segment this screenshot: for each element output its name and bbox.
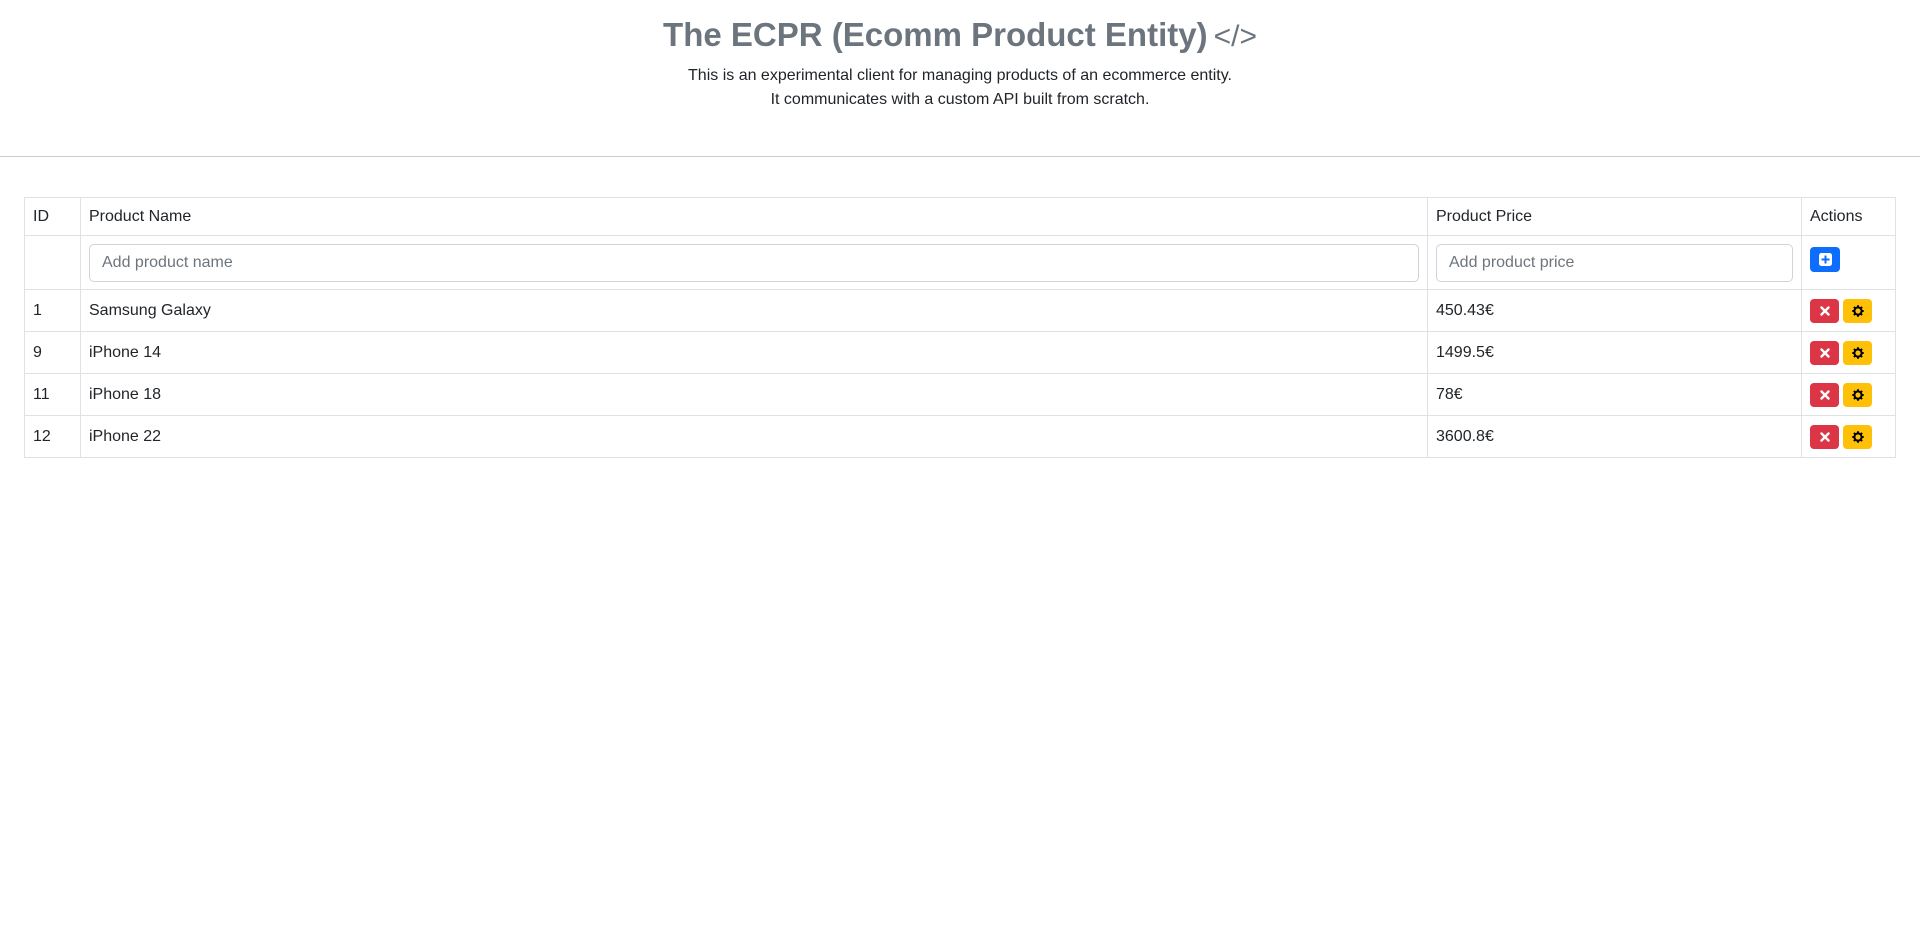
edit-product-button[interactable] bbox=[1843, 340, 1872, 365]
add-product-button[interactable] bbox=[1810, 247, 1840, 272]
product-actions-cell bbox=[1801, 415, 1896, 458]
add-row-id-cell bbox=[24, 235, 81, 290]
products-table-container: ID Product Name Product Price Actions Ad… bbox=[24, 197, 1896, 458]
table-row: 11 iPhone 18 78€ bbox=[24, 373, 1896, 416]
product-id-cell: 1 bbox=[24, 289, 81, 332]
add-row-actions-cell bbox=[1801, 235, 1896, 290]
x-icon bbox=[1819, 431, 1830, 442]
table-row: 12 iPhone 22 3600.8€ bbox=[24, 415, 1896, 458]
column-header-product-name: Product Name bbox=[80, 197, 1428, 236]
plus-square-icon bbox=[1818, 253, 1832, 266]
gear-icon bbox=[1851, 430, 1864, 443]
edit-product-button[interactable] bbox=[1843, 298, 1872, 323]
products-table: ID Product Name Product Price Actions Ad… bbox=[24, 197, 1896, 458]
product-price-cell: 1499.5€ bbox=[1427, 331, 1802, 374]
x-icon bbox=[1819, 389, 1830, 400]
product-id-cell: 9 bbox=[24, 331, 81, 374]
add-row-name-cell bbox=[80, 235, 1428, 290]
product-id-cell: 12 bbox=[24, 415, 81, 458]
delete-product-button[interactable] bbox=[1810, 382, 1839, 407]
page-subtitle-line2: It communicates with a custom API built … bbox=[770, 91, 1150, 108]
product-id-cell: 11 bbox=[24, 373, 81, 416]
product-name-cell: Samsung Galaxy bbox=[80, 289, 1428, 332]
product-actions-cell bbox=[1801, 289, 1896, 332]
header-divider bbox=[0, 156, 1920, 157]
product-name-cell: iPhone 18 bbox=[80, 373, 1428, 416]
column-header-id: ID bbox=[24, 197, 81, 236]
page-title-text: The ECPR (Ecomm Product Entity) bbox=[663, 16, 1208, 53]
product-price-input[interactable] bbox=[1436, 243, 1793, 282]
column-header-actions: Actions bbox=[1801, 197, 1896, 236]
product-price-cell: 3600.8€ bbox=[1427, 415, 1802, 458]
product-name-cell: iPhone 14 bbox=[80, 331, 1428, 374]
table-header-row: ID Product Name Product Price Actions bbox=[24, 197, 1896, 236]
x-icon bbox=[1819, 305, 1830, 316]
gear-icon bbox=[1851, 346, 1864, 359]
delete-product-button[interactable] bbox=[1810, 424, 1839, 449]
x-icon bbox=[1819, 347, 1830, 358]
column-header-product-price: Product Price bbox=[1427, 197, 1802, 236]
product-name-input[interactable] bbox=[89, 243, 1419, 282]
product-name-cell: iPhone 22 bbox=[80, 415, 1428, 458]
delete-product-button[interactable] bbox=[1810, 340, 1839, 365]
product-actions-cell bbox=[1801, 373, 1896, 416]
table-row: 1 Samsung Galaxy 450.43€ bbox=[24, 289, 1896, 332]
page-header: The ECPR (Ecomm Product Entity) </> This … bbox=[0, 0, 1920, 140]
add-row-price-cell bbox=[1427, 235, 1802, 290]
edit-product-button[interactable] bbox=[1843, 382, 1872, 407]
product-price-cell: 450.43€ bbox=[1427, 289, 1802, 332]
gear-icon bbox=[1851, 304, 1864, 317]
product-actions-cell bbox=[1801, 331, 1896, 374]
gear-icon bbox=[1851, 388, 1864, 401]
page-subtitle-line1: This is an experimental client for manag… bbox=[688, 67, 1232, 84]
product-price-cell: 78€ bbox=[1427, 373, 1802, 416]
delete-product-button[interactable] bbox=[1810, 298, 1839, 323]
table-row: 9 iPhone 14 1499.5€ bbox=[24, 331, 1896, 374]
page-title: The ECPR (Ecomm Product Entity) </> bbox=[0, 16, 1920, 56]
code-icon: </> bbox=[1213, 20, 1257, 53]
edit-product-button[interactable] bbox=[1843, 424, 1872, 449]
add-product-row bbox=[24, 235, 1896, 290]
